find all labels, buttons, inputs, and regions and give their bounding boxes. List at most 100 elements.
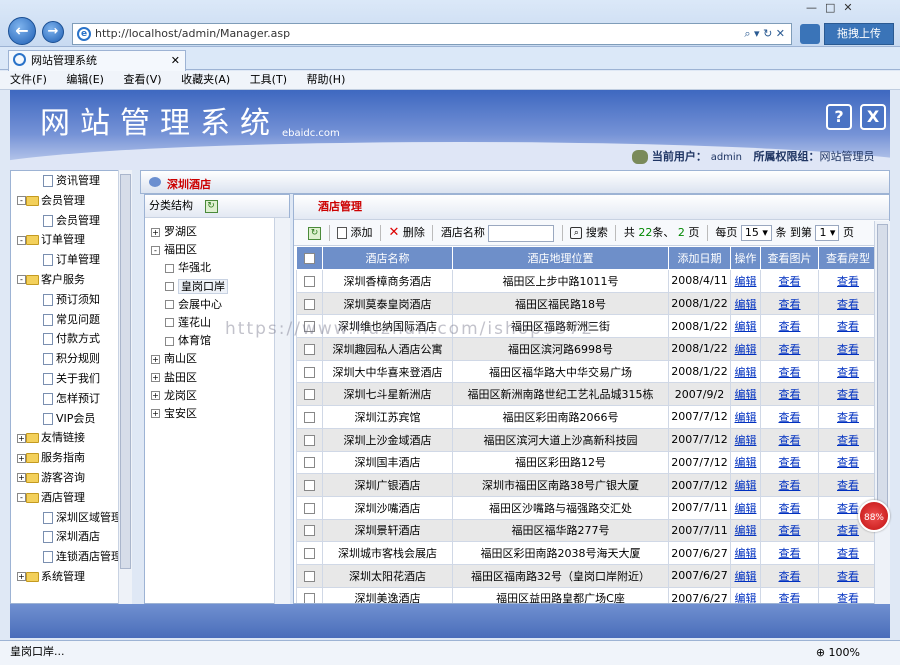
row-checkbox[interactable]	[304, 366, 315, 378]
view-rooms-link[interactable]: 查看	[837, 411, 859, 424]
view-rooms-link[interactable]: 查看	[837, 456, 859, 469]
row-select[interactable]	[296, 405, 323, 429]
sidebar-item[interactable]: + 服务指南	[11, 448, 131, 468]
search-button[interactable]: ⌕ 搜索	[570, 226, 608, 239]
table-row[interactable]: 深圳景轩酒店 福田区福华路277号 2007/7/11 编辑 查看 查看	[296, 518, 878, 543]
table-row[interactable]: 深圳沙嘴酒店 福田区沙嘴路与福强路交汇处 2007/7/11 编辑 查看 查看	[296, 495, 878, 520]
leaf-icon[interactable]	[165, 282, 174, 292]
category-item[interactable]: + 龙岗区	[145, 387, 289, 405]
table-row[interactable]: 深圳城市客栈会展店 福田区彩田南路2038号海天大厦 2007/6/27 编辑 查看 查看	[296, 541, 878, 565]
edit-link[interactable]: 编辑	[735, 570, 757, 583]
row-select[interactable]	[296, 359, 323, 384]
browser-tab[interactable]: 网站管理系统 ✕	[8, 50, 186, 71]
toolbar-refresh-icon[interactable]: ↻	[308, 226, 321, 240]
menu-edit[interactable]: 编辑(E)	[66, 71, 104, 89]
sidebar-item[interactable]: - 会员管理	[11, 191, 131, 211]
view-rooms-link[interactable]: 查看	[837, 570, 859, 583]
sidebar-item[interactable]: 付款方式	[11, 329, 131, 349]
table-row[interactable]: 深圳江苏宾馆 福田区彩田南路2066号 2007/7/12 编辑 查看 查看	[296, 405, 878, 429]
expand-icon[interactable]: +	[151, 373, 160, 382]
row-checkbox[interactable]	[304, 502, 315, 514]
forward-button-icon[interactable]: →	[42, 21, 64, 43]
menu-favorites[interactable]: 收藏夹(A)	[181, 71, 230, 89]
expand-icon[interactable]: +	[151, 354, 160, 364]
sidebar-item[interactable]: 连锁酒店管理	[11, 547, 131, 567]
edit-link[interactable]: 编辑	[735, 320, 757, 333]
edit-link[interactable]: 编辑	[735, 479, 757, 492]
row-checkbox[interactable]	[304, 548, 315, 560]
collapse-icon[interactable]: -	[17, 196, 26, 206]
table-row[interactable]: 深圳太阳花酒店 福田区福南路32号（皇岗口岸附近） 2007/6/27 编辑 查看 查看	[296, 563, 878, 588]
view-rooms-link[interactable]: 查看	[837, 479, 859, 492]
table-row[interactable]: 深圳美逸酒店 福田区益田路皇都广场C座 2007/6/27 编辑 查看 查看	[296, 586, 878, 603]
sidebar-scroll-thumb[interactable]	[120, 174, 131, 569]
row-checkbox[interactable]	[304, 593, 315, 603]
view-rooms-link[interactable]: 查看	[837, 388, 859, 401]
tab-close-icon[interactable]: ✕	[171, 51, 180, 70]
drag-upload-button[interactable]: 拖拽上传	[824, 23, 894, 45]
row-checkbox[interactable]	[304, 434, 315, 446]
view-images-link[interactable]: 查看	[779, 502, 801, 515]
expand-icon[interactable]: +	[17, 572, 26, 582]
sidebar-scrollbar[interactable]	[118, 170, 132, 604]
hotel-name-search-input[interactable]	[488, 224, 555, 242]
expand-icon[interactable]: +	[17, 453, 26, 463]
sidebar-item[interactable]: 深圳区域管理	[11, 508, 131, 528]
sidebar-item[interactable]: 会员管理	[11, 211, 131, 231]
row-checkbox[interactable]	[304, 457, 315, 469]
row-checkbox[interactable]	[304, 298, 315, 310]
collapse-icon[interactable]: -	[17, 235, 26, 245]
sidebar-item[interactable]: 订单管理	[11, 250, 131, 270]
category-scrollbar[interactable]	[274, 218, 290, 604]
view-images-link[interactable]: 查看	[779, 343, 801, 356]
row-checkbox[interactable]	[304, 275, 315, 287]
edit-link[interactable]: 编辑	[735, 547, 757, 560]
sidebar-item[interactable]: 常见问题	[11, 310, 131, 330]
category-item[interactable]: 会展中心	[145, 296, 289, 314]
row-checkbox[interactable]	[304, 411, 315, 423]
row-select[interactable]	[296, 427, 323, 452]
add-button[interactable]: 添加	[337, 226, 373, 239]
edit-link[interactable]: 编辑	[735, 592, 757, 603]
sidebar-item[interactable]: + 友情链接	[11, 428, 131, 448]
edit-link[interactable]: 编辑	[735, 275, 757, 288]
help-button-icon[interactable]: ?	[826, 104, 852, 130]
table-row[interactable]: 深圳香樟商务酒店 福田区上步中路1011号 2008/4/11 编辑 查看 查看	[296, 269, 878, 293]
sidebar-item[interactable]: 深圳酒店	[11, 527, 131, 547]
sidebar-item[interactable]: + 系统管理	[11, 567, 131, 587]
sidebar-item[interactable]: - 订单管理	[11, 230, 131, 250]
table-row[interactable]: 深圳上沙金域酒店 福田区滨河大道上沙高新科技园 2007/7/12 编辑 查看 查看	[296, 427, 878, 452]
back-button-icon[interactable]: ←	[8, 17, 36, 45]
edit-link[interactable]: 编辑	[735, 411, 757, 424]
view-rooms-link[interactable]: 查看	[837, 547, 859, 560]
collapse-icon[interactable]: -	[17, 493, 26, 503]
view-images-link[interactable]: 查看	[779, 479, 801, 492]
view-images-link[interactable]: 查看	[779, 298, 801, 311]
sidebar-item[interactable]: - 酒店管理	[11, 488, 131, 508]
sidebar-item[interactable]: 资讯管理	[11, 171, 131, 191]
collapse-icon[interactable]: -	[17, 275, 26, 285]
row-checkbox[interactable]	[304, 570, 315, 582]
view-rooms-link[interactable]: 查看	[837, 524, 859, 537]
view-images-link[interactable]: 查看	[779, 570, 801, 583]
leaf-icon[interactable]	[165, 263, 174, 273]
row-select[interactable]	[296, 337, 323, 361]
row-select[interactable]	[296, 495, 323, 520]
leaf-icon[interactable]	[165, 318, 174, 328]
table-row[interactable]: 深圳国丰酒店 福田区彩田路12号 2007/7/12 编辑 查看 查看	[296, 450, 878, 475]
edit-link[interactable]: 编辑	[735, 524, 757, 537]
leaf-icon[interactable]	[165, 336, 174, 346]
row-select[interactable]	[296, 518, 323, 543]
row-select[interactable]	[296, 541, 323, 565]
edit-link[interactable]: 编辑	[735, 388, 757, 401]
expand-icon[interactable]: +	[151, 409, 160, 419]
view-images-link[interactable]: 查看	[779, 411, 801, 424]
edit-link[interactable]: 编辑	[735, 502, 757, 515]
expand-icon[interactable]: +	[17, 473, 26, 483]
category-item[interactable]: + 罗湖区	[145, 223, 289, 241]
category-item[interactable]: + 盐田区	[145, 369, 289, 387]
view-images-link[interactable]: 查看	[779, 547, 801, 560]
view-images-link[interactable]: 查看	[779, 434, 801, 447]
menu-view[interactable]: 查看(V)	[123, 71, 161, 89]
table-row[interactable]: 深圳广银酒店 深圳市福田区南路38号广银大厦 2007/7/12 编辑 查看 查看	[296, 473, 878, 497]
